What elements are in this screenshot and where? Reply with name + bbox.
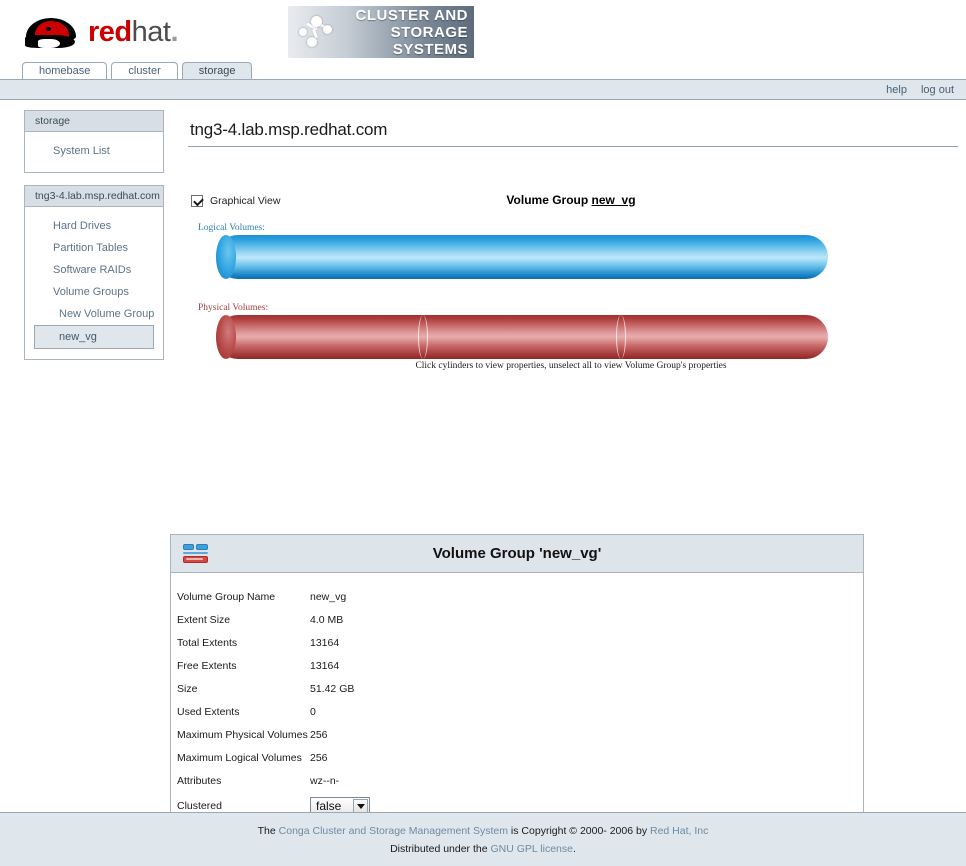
physical-volume-cylinder[interactable] (216, 315, 828, 359)
property-value: 13164 (310, 660, 339, 672)
pv-cylinder-divider-1[interactable] (418, 315, 428, 359)
vg-heading-link[interactable]: new_vg (592, 193, 636, 207)
tab-storage[interactable]: storage (182, 62, 253, 79)
property-label: Clustered (177, 800, 310, 812)
sidebar-item-software-raids[interactable]: Software RAIDs (25, 259, 163, 281)
navbox-storage-title: storage (25, 111, 163, 132)
table-row: Maximum Logical Volumes 256 (171, 746, 863, 769)
logical-volumes-label: Logical Volumes: (198, 223, 265, 233)
property-label: Volume Group Name (177, 591, 310, 603)
molecule-icon (294, 12, 338, 52)
page-body: storage System List tng3-4.lab.msp.redha… (0, 100, 966, 830)
utility-bar: help log out (0, 80, 966, 100)
gnu-gpl-link[interactable]: GNU GPL license (491, 843, 573, 855)
navbox-storage: storage System List (24, 110, 164, 173)
sidebar-item-partition-tables[interactable]: Partition Tables (25, 237, 163, 259)
redhat-logo: redhat. (24, 6, 214, 58)
properties-table: Volume Group Name new_vg Extent Size 4.0… (171, 573, 863, 853)
property-value: wz--n- (310, 775, 339, 787)
page-footer: The Conga Cluster and Storage Management… (0, 812, 966, 866)
sidebar-item-system-list[interactable]: System List (25, 140, 163, 162)
property-label: Attributes (177, 775, 310, 787)
table-row: Maximum Physical Volumes 256 (171, 723, 863, 746)
wordmark-red: red (88, 16, 132, 48)
property-label: Total Extents (177, 637, 310, 649)
property-value: 51.42 GB (310, 683, 354, 695)
property-value: 13164 (310, 637, 339, 649)
sidebar: storage System List tng3-4.lab.msp.redha… (24, 110, 164, 372)
app-header: redhat. CLUSTER AND STORAGE SYSTEMS (0, 0, 966, 62)
conga-link[interactable]: Conga Cluster and Storage Management Sys… (279, 825, 508, 837)
footer-line-2: Distributed under the GNU GPL license. (0, 840, 966, 858)
sidebar-item-volume-groups[interactable]: Volume Groups (25, 281, 163, 303)
navbox-host-title: tng3-4.lab.msp.redhat.com (25, 186, 163, 207)
redhat-inc-link[interactable]: Red Hat, Inc (650, 825, 708, 837)
volume-group-icon (183, 543, 211, 565)
cylinder-hint-text: Click cylinders to view properties, unse… (188, 361, 954, 371)
table-row: Volume Group Name new_vg (171, 585, 863, 608)
properties-panel-header: Volume Group 'new_vg' (171, 535, 863, 573)
tab-cluster[interactable]: cluster (111, 62, 177, 79)
product-banner-line1: CLUSTER AND (338, 7, 468, 24)
sidebar-item-new-volume-group[interactable]: New Volume Group (25, 303, 163, 325)
logical-volume-cylinder[interactable] (216, 235, 828, 279)
tab-homebase[interactable]: homebase (22, 62, 107, 79)
physical-volumes-label: Physical Volumes: (198, 303, 268, 313)
property-label: Size (177, 683, 310, 695)
table-row: Free Extents 13164 (171, 654, 863, 677)
wordmark-dot: . (170, 16, 178, 48)
sidebar-item-hard-drives[interactable]: Hard Drives (25, 215, 163, 237)
page-title: tng3-4.lab.msp.redhat.com (188, 110, 958, 147)
property-value: 4.0 MB (310, 614, 343, 626)
property-label: Maximum Logical Volumes (177, 752, 310, 764)
property-value: new_vg (310, 591, 346, 603)
main-content: tng3-4.lab.msp.redhat.com Volume Group n… (188, 110, 956, 376)
vg-heading-prefix: Volume Group (506, 193, 591, 207)
sidebar-item-new-vg[interactable]: new_vg (34, 325, 154, 349)
property-value: 256 (310, 729, 328, 741)
graphical-view-label: Graphical View (210, 195, 280, 207)
redhat-wordmark: redhat. (88, 18, 178, 47)
footer-text-c: Distributed under the (390, 843, 490, 855)
logout-link[interactable]: log out (921, 84, 954, 96)
property-label: Used Extents (177, 706, 310, 718)
clustered-select-value: false (316, 799, 341, 813)
lv-cylinder-endcap (216, 235, 236, 279)
footer-text-a: The (258, 825, 279, 837)
property-value: 0 (310, 706, 316, 718)
property-label: Extent Size (177, 614, 310, 626)
product-banner-text: CLUSTER AND STORAGE SYSTEMS (338, 7, 474, 58)
property-value: 256 (310, 752, 328, 764)
product-banner-line2: STORAGE SYSTEMS (338, 24, 468, 58)
volume-graphic-area: Logical Volumes: Physical Volumes: Click… (188, 221, 954, 376)
table-row: Attributes wz--n- (171, 769, 863, 792)
property-label: Maximum Physical Volumes (177, 729, 310, 741)
footer-text-b: is Copyright © 2000- 2006 by (508, 825, 650, 837)
wordmark-hat: hat (132, 16, 171, 48)
product-banner: CLUSTER AND STORAGE SYSTEMS (288, 6, 474, 58)
table-row: Size 51.42 GB (171, 677, 863, 700)
table-row: Extent Size 4.0 MB (171, 608, 863, 631)
footer-text-d: . (573, 843, 576, 855)
table-row: Used Extents 0 (171, 700, 863, 723)
property-label: Free Extents (177, 660, 310, 672)
main-tab-bar: homebase cluster storage (0, 62, 966, 80)
properties-panel-title: Volume Group 'new_vg' (171, 545, 863, 562)
redhat-shadowman-icon (24, 11, 78, 53)
navbox-host: tng3-4.lab.msp.redhat.com Hard Drives Pa… (24, 185, 164, 360)
pv-cylinder-endcap (216, 315, 236, 359)
help-link[interactable]: help (886, 84, 907, 96)
pv-cylinder-divider-2[interactable] (616, 315, 626, 359)
graphical-view-checkbox[interactable] (191, 195, 203, 207)
footer-line-1: The Conga Cluster and Storage Management… (0, 822, 966, 840)
table-row: Total Extents 13164 (171, 631, 863, 654)
